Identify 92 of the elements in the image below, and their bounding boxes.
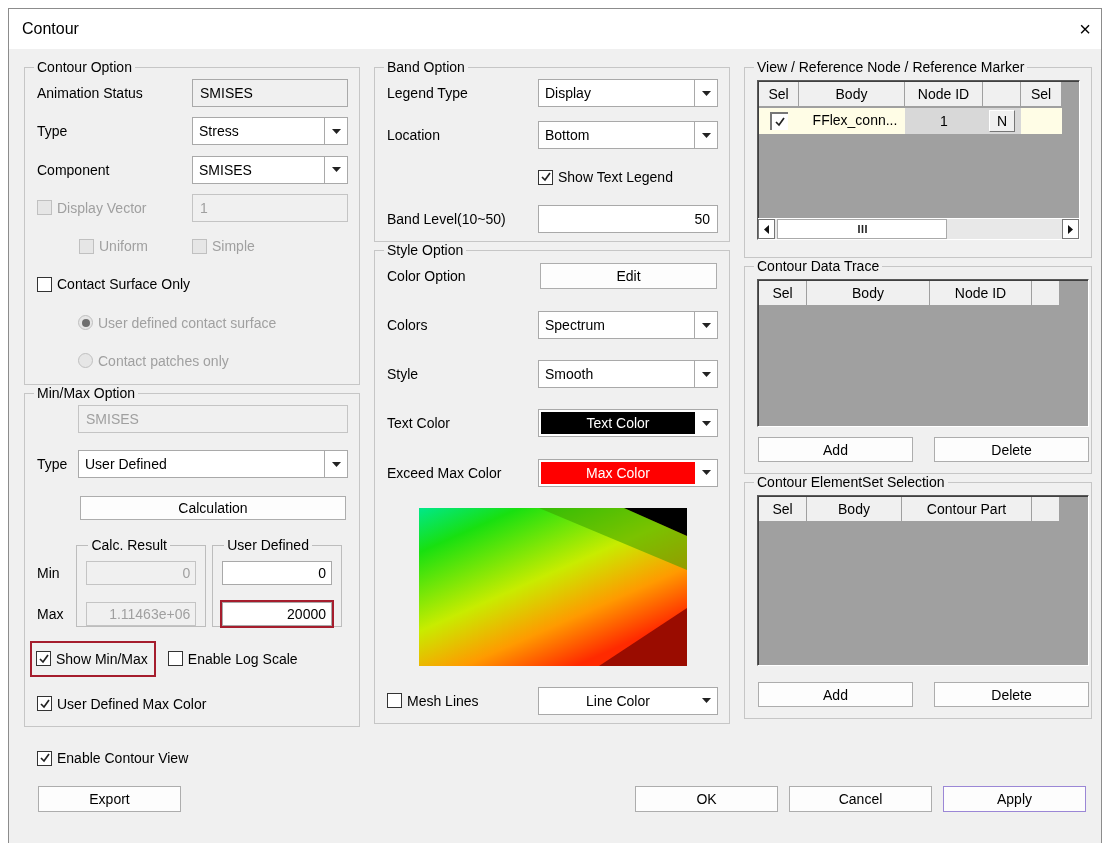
column-header: Node ID: [930, 281, 1032, 306]
field-label: Type: [37, 123, 69, 140]
calculation-button[interactable]: Calculation: [80, 495, 346, 520]
node-button[interactable]: N: [989, 110, 1015, 132]
field-label: Colors: [387, 317, 429, 334]
input-field[interactable]: 50: [538, 205, 718, 233]
grip-icon: [857, 225, 867, 233]
color-swatch: Max Color: [541, 461, 695, 484]
dialog-button[interactable]: Cancel: [789, 786, 932, 812]
column-header: Sel: [759, 497, 807, 522]
group-title: Band Option: [386, 59, 466, 76]
field-label: Exceed Max Color: [387, 464, 503, 481]
edit-button[interactable]: Edit: [540, 263, 717, 289]
column-header: Node ID: [905, 82, 983, 107]
dropdown[interactable]: SMISES: [192, 155, 348, 184]
checkbox[interactable]: Show Min/Max: [32, 642, 154, 675]
field-label: Min: [37, 564, 61, 584]
caret-icon: [701, 698, 711, 704]
delete-button[interactable]: Delete: [934, 437, 1089, 462]
caret-icon: [331, 167, 341, 173]
field-label: Component: [37, 161, 111, 178]
caret-icon: [331, 128, 341, 134]
color-dropdown[interactable]: Text Color: [538, 409, 718, 438]
group-title: Contour ElementSet Selection: [756, 474, 946, 491]
check-icon: [539, 171, 552, 183]
field-label: Animation Status: [37, 85, 144, 101]
caret-icon: [701, 371, 711, 377]
checkbox[interactable]: Mesh Lines: [387, 689, 538, 712]
table-cell: FFlex_conn...: [799, 108, 905, 134]
checkbox[interactable]: Enable Contour View: [37, 747, 189, 769]
group-title: Min/Max Option: [36, 385, 137, 402]
check-icon: [770, 112, 788, 130]
column-header: Sel: [1021, 82, 1062, 107]
color-dropdown[interactable]: Line Color: [538, 686, 718, 715]
column-header: Sel: [759, 281, 807, 306]
table-cell: 1: [905, 108, 983, 134]
caret-icon: [701, 420, 711, 426]
dialog-button[interactable]: OK: [635, 786, 778, 812]
field-label: Type: [37, 456, 69, 473]
group-title: View / Reference Node / Reference Marker: [756, 59, 1026, 76]
group-title: Calc. Result: [90, 537, 168, 555]
checkbox[interactable]: Show Text Legend: [538, 166, 673, 188]
field-label: Location: [387, 127, 441, 143]
add-button[interactable]: Add: [758, 682, 913, 707]
dropdown[interactable]: Stress: [192, 117, 348, 146]
field-label: Text Color: [387, 415, 452, 432]
dialog-button[interactable]: Export: [38, 786, 181, 812]
input-field[interactable]: SMISES: [192, 79, 348, 107]
caret-icon: [701, 90, 711, 96]
delete-button[interactable]: Delete: [934, 682, 1089, 707]
checkbox[interactable]: Enable Log Scale: [167, 647, 298, 670]
dropdown[interactable]: Display: [538, 79, 718, 107]
checkbox[interactable]: Contact Surface Only: [37, 273, 191, 296]
group-title: Style Option: [386, 242, 465, 259]
dialog-button[interactable]: Apply: [943, 786, 1086, 812]
right-arrow-icon: [1068, 224, 1073, 234]
color-swatch: Text Color: [541, 412, 695, 435]
column-header: Body: [799, 82, 905, 107]
dropdown[interactable]: User Defined: [78, 450, 348, 479]
column-header: Body: [807, 281, 930, 306]
check-icon: [37, 652, 50, 665]
dropdown[interactable]: Smooth: [538, 360, 718, 389]
check-icon: [38, 697, 51, 710]
column-header: Contour Part: [902, 497, 1032, 522]
group-title: Contour Option: [36, 59, 133, 76]
left-arrow-icon: [764, 224, 769, 234]
dropdown[interactable]: Spectrum: [538, 311, 718, 340]
close-button[interactable]: ×: [1075, 19, 1095, 39]
horizontal-scrollbar[interactable]: [758, 218, 1079, 239]
caret-icon: [701, 470, 711, 476]
group-title: User Defined: [226, 537, 310, 555]
input-field[interactable]: 0: [222, 561, 332, 586]
input-field[interactable]: 20000: [222, 602, 332, 627]
checkbox[interactable]: User Defined Max Color: [37, 692, 207, 715]
field-label: Max: [37, 605, 65, 625]
caret-icon: [331, 461, 341, 467]
field-label: Legend Type: [387, 85, 469, 101]
window-title: Contour: [22, 20, 79, 38]
field-label: Band Level(10~50): [387, 211, 507, 227]
add-button[interactable]: Add: [758, 437, 913, 462]
color-dropdown[interactable]: Max Color: [538, 458, 718, 487]
caret-icon: [701, 132, 711, 138]
checkbox[interactable]: [1021, 108, 1062, 134]
field-label: Style: [387, 366, 420, 383]
check-icon: [38, 752, 51, 764]
column-header: Body: [807, 497, 902, 522]
caret-icon: [701, 322, 711, 328]
field-label: Color Option: [387, 268, 467, 284]
dropdown[interactable]: Bottom: [538, 121, 718, 149]
group-title: Contour Data Trace: [756, 258, 881, 275]
column-header: Sel: [759, 82, 799, 107]
checkbox[interactable]: [759, 108, 799, 134]
